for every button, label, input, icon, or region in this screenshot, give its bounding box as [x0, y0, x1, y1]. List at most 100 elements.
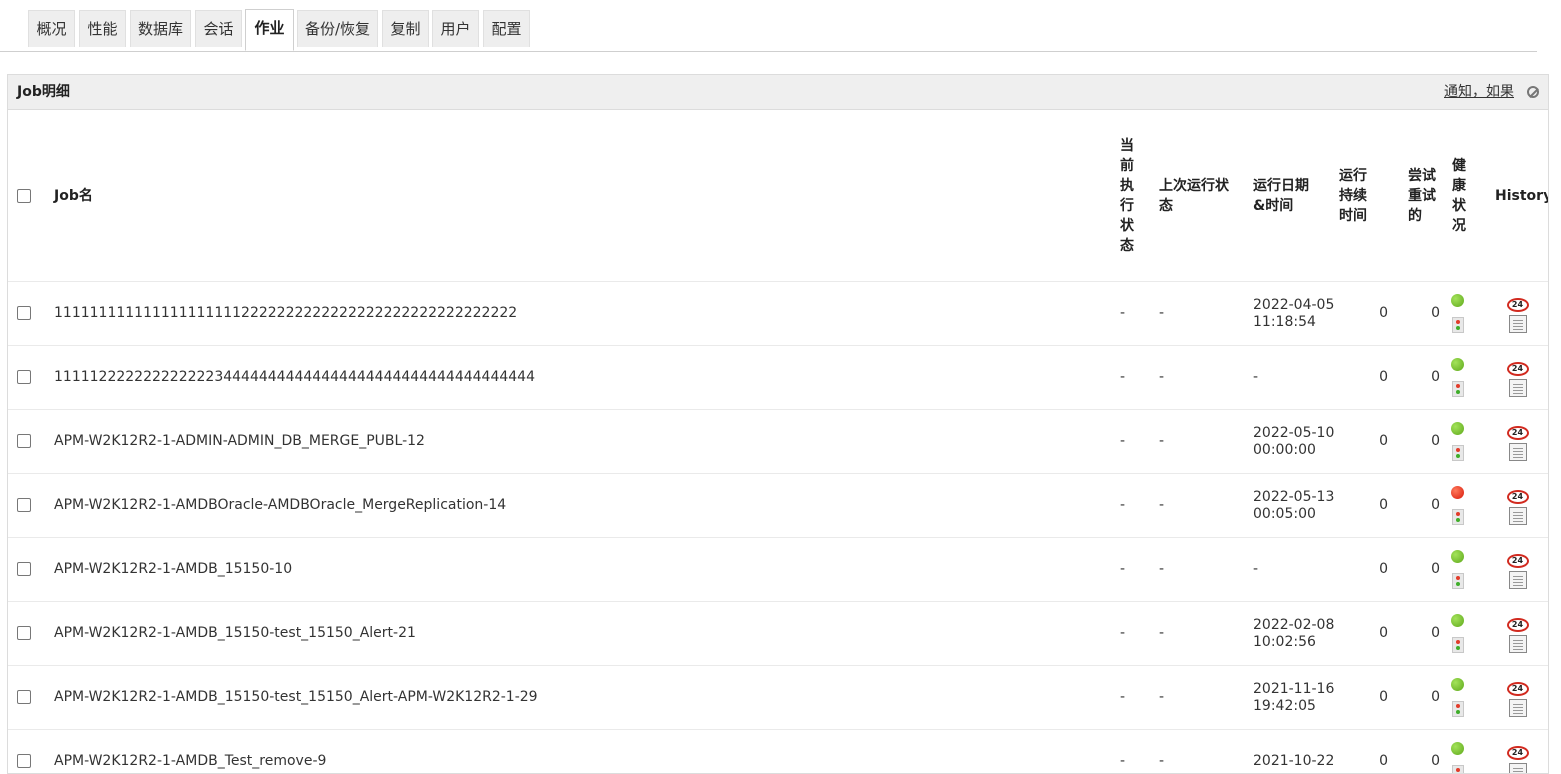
col-history[interactable]: History: [1486, 110, 1549, 282]
table-row[interactable]: APM-W2K12R2-1-AMDB_15150-test_15150_Aler…: [8, 602, 1549, 666]
run-duration-cell: 0: [1336, 730, 1396, 774]
table-row[interactable]: APM-W2K12R2-1-AMDB_Test_remove-9--2021-1…: [8, 730, 1549, 774]
traffic-light-icon[interactable]: [1452, 317, 1464, 333]
traffic-light-icon[interactable]: [1452, 445, 1464, 461]
report-icon[interactable]: [1509, 635, 1527, 653]
24hr-history-icon[interactable]: 24: [1507, 362, 1529, 376]
row-checkbox[interactable]: [17, 690, 31, 704]
col-health[interactable]: 健康状况: [1448, 110, 1486, 282]
col-run-duration[interactable]: 运行持续时间: [1336, 110, 1396, 282]
health-status-icon: [1451, 742, 1464, 755]
24hr-history-icon[interactable]: 24: [1507, 554, 1529, 568]
row-checkbox[interactable]: [17, 434, 31, 448]
table-row[interactable]: 1111111111111111111112222222222222222222…: [8, 282, 1549, 346]
history-cell: 24: [1486, 730, 1549, 774]
table-header-row: Job名 当前执行状态 上次运行状态 运行日期&时间 运行持续时间 尝试重试的 …: [8, 110, 1549, 282]
col-last-run-status[interactable]: 上次运行状态: [1159, 110, 1253, 282]
report-icon[interactable]: [1509, 763, 1527, 774]
notify-if-link[interactable]: 通知，如果: [1444, 75, 1514, 109]
table-row[interactable]: APM-W2K12R2-1-ADMIN-ADMIN_DB_MERGE_PUBL-…: [8, 410, 1549, 474]
last-run-status-cell: -: [1159, 474, 1253, 538]
current-status-cell: -: [1120, 730, 1159, 774]
tab-database[interactable]: 数据库: [130, 10, 191, 47]
run-datetime-cell: 2021-10-22: [1253, 730, 1336, 774]
panel-title: Job明细: [17, 75, 70, 109]
report-icon[interactable]: [1509, 315, 1527, 333]
row-checkbox[interactable]: [17, 306, 31, 320]
run-duration-cell: 0: [1336, 410, 1396, 474]
24hr-history-icon[interactable]: 24: [1507, 298, 1529, 312]
health-cell: [1448, 410, 1486, 474]
24hr-history-icon[interactable]: 24: [1507, 490, 1529, 504]
report-icon[interactable]: [1509, 507, 1527, 525]
jobs-table: Job名 当前执行状态 上次运行状态 运行日期&时间 运行持续时间 尝试重试的 …: [8, 110, 1549, 774]
row-checkbox[interactable]: [17, 626, 31, 640]
job-name-cell[interactable]: 1111111111111111111112222222222222222222…: [46, 282, 1120, 346]
last-run-status-cell: -: [1159, 538, 1253, 602]
retries-cell: 0: [1396, 346, 1448, 410]
traffic-light-icon[interactable]: [1452, 573, 1464, 589]
job-name-cell[interactable]: APM-W2K12R2-1-AMDB_15150-test_15150_Aler…: [46, 666, 1120, 730]
job-name-cell[interactable]: APM-W2K12R2-1-AMDB_15150-test_15150_Aler…: [46, 602, 1120, 666]
traffic-light-icon[interactable]: [1452, 381, 1464, 397]
run-datetime-cell: 2022-02-0810:02:56: [1253, 602, 1336, 666]
tab-sessions[interactable]: 会话: [195, 10, 242, 47]
history-cell: 24: [1486, 474, 1549, 538]
health-cell: [1448, 474, 1486, 538]
col-run-datetime[interactable]: 运行日期&时间: [1253, 110, 1336, 282]
tab-backup-restore[interactable]: 备份/恢复: [297, 10, 378, 47]
job-name-cell[interactable]: APM-W2K12R2-1-AMDB_Test_remove-9: [46, 730, 1120, 774]
current-status-cell: -: [1120, 346, 1159, 410]
report-icon[interactable]: [1509, 379, 1527, 397]
select-all-checkbox[interactable]: [17, 189, 31, 203]
tab-performance[interactable]: 性能: [79, 10, 126, 47]
job-name-cell[interactable]: APM-W2K12R2-1-AMDBOracle-AMDBOracle_Merg…: [46, 474, 1120, 538]
history-cell: 24: [1486, 666, 1549, 730]
row-checkbox[interactable]: [17, 498, 31, 512]
health-status-icon: [1451, 358, 1464, 371]
tab-users[interactable]: 用户: [432, 10, 479, 47]
health-cell: [1448, 346, 1486, 410]
traffic-light-icon[interactable]: [1452, 637, 1464, 653]
col-retries[interactable]: 尝试重试的: [1396, 110, 1448, 282]
retries-cell: 0: [1396, 666, 1448, 730]
col-current-status[interactable]: 当前执行状态: [1120, 110, 1159, 282]
24hr-history-icon[interactable]: 24: [1507, 746, 1529, 760]
table-row[interactable]: APM-W2K12R2-1-AMDBOracle-AMDBOracle_Merg…: [8, 474, 1549, 538]
24hr-history-icon[interactable]: 24: [1507, 618, 1529, 632]
24hr-history-icon[interactable]: 24: [1507, 682, 1529, 696]
health-cell: [1448, 538, 1486, 602]
hide-panel-icon[interactable]: [1527, 86, 1539, 98]
tab-jobs[interactable]: 作业: [245, 9, 294, 51]
row-checkbox[interactable]: [17, 754, 31, 768]
tab-configuration[interactable]: 配置: [483, 10, 530, 47]
report-icon[interactable]: [1509, 443, 1527, 461]
traffic-light-icon[interactable]: [1452, 701, 1464, 717]
row-checkbox[interactable]: [17, 370, 31, 384]
report-icon[interactable]: [1509, 571, 1527, 589]
health-cell: [1448, 730, 1486, 774]
24hr-history-icon[interactable]: 24: [1507, 426, 1529, 440]
run-datetime-cell: 2022-04-0511:18:54: [1253, 282, 1336, 346]
job-name-cell[interactable]: 1111122222222222223444444444444444444444…: [46, 346, 1120, 410]
health-status-icon: [1451, 422, 1464, 435]
traffic-light-icon[interactable]: [1452, 765, 1464, 774]
current-status-cell: -: [1120, 282, 1159, 346]
col-job-name[interactable]: Job名: [46, 110, 1120, 282]
table-row[interactable]: 1111122222222222223444444444444444444444…: [8, 346, 1549, 410]
history-cell: 24: [1486, 282, 1549, 346]
last-run-status-cell: -: [1159, 730, 1253, 774]
retries-cell: 0: [1396, 282, 1448, 346]
job-name-cell[interactable]: APM-W2K12R2-1-ADMIN-ADMIN_DB_MERGE_PUBL-…: [46, 410, 1120, 474]
health-status-icon: [1451, 678, 1464, 691]
row-checkbox[interactable]: [17, 562, 31, 576]
table-row[interactable]: APM-W2K12R2-1-AMDB_15150-10---0024: [8, 538, 1549, 602]
tab-overview[interactable]: 概况: [28, 10, 75, 47]
tab-replication[interactable]: 复制: [382, 10, 429, 47]
last-run-status-cell: -: [1159, 282, 1253, 346]
health-cell: [1448, 666, 1486, 730]
report-icon[interactable]: [1509, 699, 1527, 717]
table-row[interactable]: APM-W2K12R2-1-AMDB_15150-test_15150_Aler…: [8, 666, 1549, 730]
job-name-cell[interactable]: APM-W2K12R2-1-AMDB_15150-10: [46, 538, 1120, 602]
traffic-light-icon[interactable]: [1452, 509, 1464, 525]
